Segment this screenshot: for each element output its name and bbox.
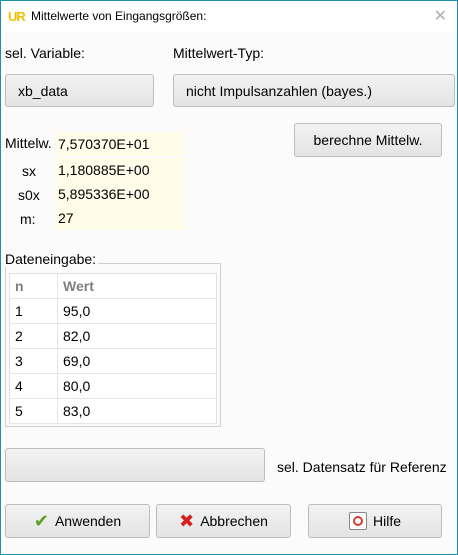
cell-wert[interactable]: 83,0 [57,398,217,424]
cell-wert[interactable]: 80,0 [57,373,217,399]
cell-n[interactable]: 4 [9,373,58,399]
close-icon[interactable]: ✕ [434,6,447,26]
cross-icon: ✖ [179,510,195,531]
cancel-button[interactable]: ✖ Abbrechen [156,504,291,538]
mean-label: Mittelw. [5,135,52,151]
checkmark-icon: ✔ [33,510,49,531]
dialog-window: UR Mittelwerte von Eingangsgrößen: ✕ sel… [0,0,458,555]
variable-label: sel. Variable: [5,45,85,61]
title-bar: UR Mittelwerte von Eingangsgrößen: ✕ [1,1,457,32]
cell-n[interactable]: 1 [9,298,58,324]
table-row[interactable]: 5 83,0 [9,398,217,424]
cell-n[interactable]: 5 [9,398,58,424]
reference-label: sel. Datensatz für Referenz [277,459,447,475]
table-row[interactable]: 1 95,0 [9,298,217,324]
cancel-label: Abbrechen [200,513,268,529]
mean-type-value: nicht Impulsanzahlen (bayes.) [186,82,372,99]
sx-label: sx [22,163,36,179]
mean-type-label: Mittelwert-Typ: [173,45,265,61]
window-title: Mittelwerte von Eingangsgrößen: [31,9,207,23]
column-header-n: n [9,273,58,299]
apply-label: Anwenden [54,513,122,529]
mean-value: 7,570370E+01 [55,132,185,156]
table-row[interactable]: 2 82,0 [9,323,217,349]
reference-select-button[interactable] [5,448,265,482]
variable-value: xb_data [18,82,68,99]
column-header-wert: Wert [57,273,217,299]
compute-mean-button[interactable]: berechne Mittelw. [294,123,442,157]
sx-value: 1,180885E+00 [55,158,185,182]
help-icon [348,512,367,530]
table-row[interactable]: 4 80,0 [9,373,217,399]
apply-button[interactable]: ✔ Anwenden [5,504,150,538]
cell-wert[interactable]: 69,0 [57,348,217,374]
data-entry-title: Dateneingabe: [5,251,99,267]
cell-n[interactable]: 2 [9,323,58,349]
cell-n[interactable]: 3 [9,348,58,374]
help-button[interactable]: Hilfe [308,504,442,538]
s0x-value: 5,895336E+00 [55,182,185,206]
s0x-label: s0x [18,187,40,203]
variable-select-button[interactable]: xb_data [5,74,154,107]
table-header-row: n Wert [9,273,217,299]
table-row[interactable]: 3 69,0 [9,348,217,374]
m-value: 27 [55,206,185,230]
mean-type-select-button[interactable]: nicht Impulsanzahlen (bayes.) [173,74,455,107]
help-label: Hilfe [372,513,401,529]
app-icon: UR [8,9,26,24]
cell-wert[interactable]: 95,0 [57,298,217,324]
m-label: m: [20,211,36,227]
data-table: n Wert 1 95,0 2 82,0 3 69,0 4 80,0 5 83,… [9,273,217,424]
cell-wert[interactable]: 82,0 [57,323,217,349]
